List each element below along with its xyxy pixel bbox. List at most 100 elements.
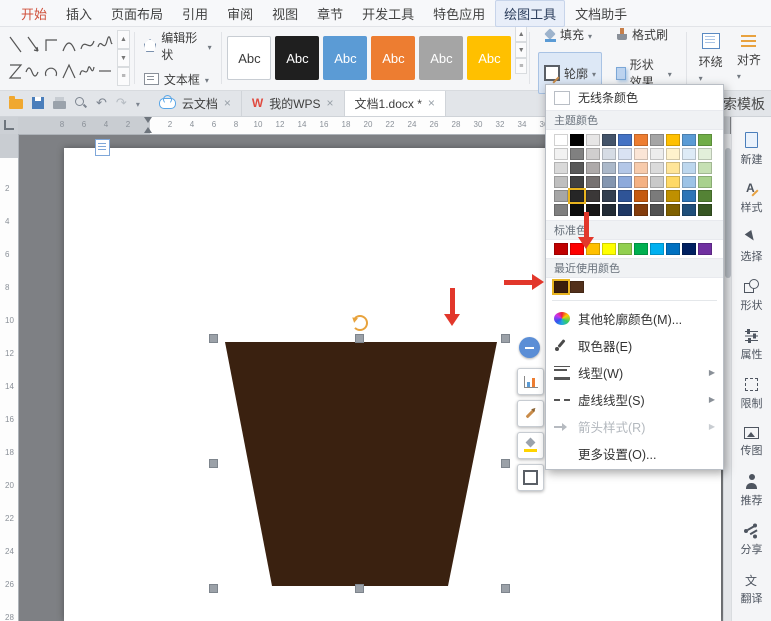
color-swatch[interactable] — [682, 176, 696, 188]
resize-handle-top-center[interactable] — [355, 334, 364, 343]
color-swatch[interactable] — [634, 243, 648, 255]
print-preview-icon[interactable] — [75, 97, 87, 109]
line-arrow-shape-icon[interactable] — [24, 31, 42, 58]
color-swatch[interactable] — [682, 162, 696, 174]
color-swatch[interactable] — [618, 148, 632, 160]
color-swatch[interactable] — [602, 162, 616, 174]
tab-selector[interactable] — [0, 116, 19, 135]
color-swatch[interactable] — [618, 134, 632, 146]
color-swatch[interactable] — [666, 190, 680, 202]
color-swatch[interactable] — [554, 176, 568, 188]
rotate-handle[interactable] — [352, 315, 368, 331]
color-swatch[interactable] — [554, 190, 568, 202]
color-swatch[interactable] — [666, 134, 680, 146]
color-swatch[interactable] — [570, 281, 584, 293]
toolbar-dropdown-icon[interactable] — [136, 94, 140, 112]
color-swatch[interactable] — [666, 176, 680, 188]
color-swatch[interactable] — [634, 162, 648, 174]
resize-handle-top-left[interactable] — [209, 334, 218, 343]
arc-shape-icon[interactable] — [60, 31, 78, 58]
open-file-icon[interactable] — [9, 99, 23, 109]
color-swatch[interactable] — [586, 176, 600, 188]
sidebar-item-recommend[interactable]: 推荐 — [741, 474, 763, 523]
color-swatch[interactable] — [618, 162, 632, 174]
menu-tab[interactable]: 特色应用 — [424, 0, 494, 27]
color-swatch[interactable] — [618, 176, 632, 188]
gallery-up-icon[interactable]: ▲ — [117, 30, 130, 49]
color-swatch[interactable] — [634, 176, 648, 188]
gallery-up-icon[interactable]: ▲ — [515, 26, 527, 42]
loop-shape-icon[interactable] — [42, 58, 60, 85]
shape-style-preset[interactable]: Abc — [467, 36, 511, 80]
color-swatch[interactable] — [698, 162, 712, 174]
collapse-toolbar-button[interactable] — [519, 337, 540, 358]
color-swatch[interactable] — [586, 148, 600, 160]
color-swatch[interactable] — [602, 190, 616, 202]
wrap-button[interactable]: 环绕 — [699, 33, 723, 84]
paragraph-layout-icon[interactable] — [95, 139, 110, 156]
color-swatch[interactable] — [618, 190, 632, 202]
color-swatch[interactable] — [666, 148, 680, 160]
color-swatch[interactable] — [698, 243, 712, 255]
color-swatch[interactable] — [650, 148, 664, 160]
document-tab[interactable]: 文档1.docx * — [345, 90, 446, 116]
sidebar-item-restrict[interactable]: 限制 — [741, 377, 763, 426]
menu-tab[interactable]: 插入 — [57, 0, 101, 27]
color-swatch[interactable] — [682, 134, 696, 146]
edit-shape-button[interactable]: 编辑形状 — [144, 29, 212, 63]
menu-item[interactable]: 其他轮廓颜色(M)... — [546, 305, 723, 332]
color-swatch[interactable] — [698, 134, 712, 146]
color-swatch[interactable] — [554, 148, 568, 160]
gallery-more-icon[interactable]: ≡ — [515, 58, 527, 74]
color-swatch[interactable] — [666, 162, 680, 174]
sidebar-item-translate[interactable]: 翻译 — [741, 572, 763, 621]
color-swatch[interactable] — [602, 176, 616, 188]
scribble-shape-icon[interactable] — [96, 31, 114, 58]
color-swatch[interactable] — [554, 243, 568, 255]
menu-tab[interactable]: 审阅 — [218, 0, 262, 27]
color-swatch[interactable] — [554, 162, 568, 174]
zigzag-shape-icon[interactable] — [6, 58, 24, 85]
menu-item[interactable]: 更多设置(O)... — [546, 440, 723, 467]
shape-style-preset[interactable]: Abc — [323, 36, 367, 80]
undo-icon[interactable] — [96, 94, 107, 112]
sidebar-item-select[interactable]: 选择 — [741, 230, 763, 279]
align-button[interactable]: 对齐 — [737, 35, 761, 82]
color-swatch[interactable] — [586, 134, 600, 146]
resize-handle-top-right[interactable] — [501, 334, 510, 343]
gallery-more-icon[interactable]: ≡ — [117, 67, 130, 86]
color-swatch[interactable] — [682, 204, 696, 216]
color-swatch[interactable] — [586, 162, 600, 174]
indent-marker-left[interactable] — [144, 123, 152, 133]
color-swatch[interactable] — [570, 190, 584, 202]
menu-tab[interactable]: 视图 — [263, 0, 307, 27]
print-icon[interactable] — [53, 101, 66, 109]
color-swatch[interactable] — [602, 148, 616, 160]
color-swatch[interactable] — [602, 134, 616, 146]
gallery-down-icon[interactable]: ▼ — [515, 42, 527, 58]
color-swatch[interactable] — [570, 134, 584, 146]
menu-tab[interactable]: 开始 — [12, 0, 56, 27]
quick-layout-button[interactable] — [517, 368, 544, 395]
wave-shape-icon[interactable] — [24, 58, 42, 85]
menu-tab[interactable]: 绘图工具 — [495, 0, 565, 27]
shape-style-preset[interactable]: Abc — [371, 36, 415, 80]
quick-outline-button[interactable] — [517, 400, 544, 427]
sidebar-item-new-doc[interactable]: 新建 — [741, 132, 763, 181]
resize-handle-bottom-left[interactable] — [209, 584, 218, 593]
color-swatch[interactable] — [602, 204, 616, 216]
curve-shape-icon[interactable] — [78, 31, 96, 58]
save-icon[interactable] — [32, 97, 44, 109]
line-shape-gallery[interactable]: ▲ ▼ ≡ — [0, 26, 132, 90]
sidebar-item-upload-image[interactable]: 传图 — [741, 425, 763, 474]
resize-handle-bottom-right[interactable] — [501, 584, 510, 593]
quick-frame-button[interactable] — [517, 464, 544, 491]
sidebar-item-styles[interactable]: 样式 — [741, 181, 763, 230]
color-swatch[interactable] — [682, 243, 696, 255]
text-box-button[interactable]: 文本框 — [144, 71, 212, 88]
color-swatch[interactable] — [618, 204, 632, 216]
color-swatch[interactable] — [682, 148, 696, 160]
color-swatch[interactable] — [586, 190, 600, 202]
color-swatch[interactable] — [666, 243, 680, 255]
color-swatch[interactable] — [698, 190, 712, 202]
